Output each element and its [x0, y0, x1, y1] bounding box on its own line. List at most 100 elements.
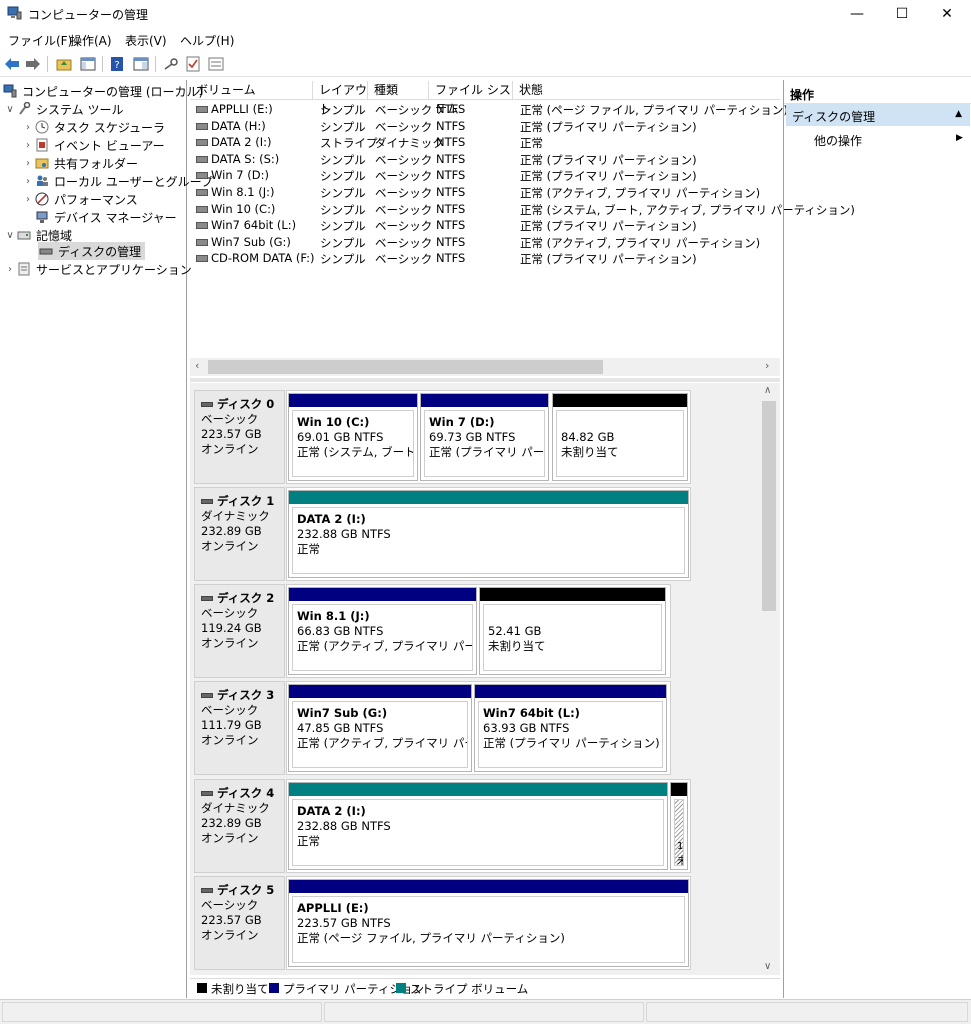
scroll-left-icon[interactable]: ‹	[195, 359, 199, 372]
vertical-scrollbar[interactable]: ∧ ∨	[761, 383, 778, 975]
disk-name-text: ディスク 5	[217, 883, 275, 897]
actions-section-disk-management[interactable]: ディスクの管理 ▲	[786, 104, 970, 126]
performance-icon	[34, 191, 50, 207]
menu-help[interactable]: ヘルプ(H)	[180, 32, 234, 49]
partition[interactable]: Win7 64bit (L:) 63.93 GB NTFS 正常 (プライマリ パー…	[474, 684, 667, 772]
col-status[interactable]: 状態	[513, 81, 780, 100]
volume-row[interactable]: DATA (H:) シンプル ベーシック NTFS 正常 (プライマリ パーティション)	[190, 118, 780, 135]
col-type[interactable]: 種類	[368, 81, 429, 100]
menu-view[interactable]: 表示(V)	[125, 32, 167, 49]
disk-label[interactable]: ディスク 1 ダイナミック 232.89 GB オンライン	[194, 487, 285, 581]
volume-row[interactable]: Win7 64bit (L:) シンプル ベーシック NTFS 正常 (プライマリ パー…	[190, 217, 780, 234]
tree-shared-folders[interactable]: › 共有フォルダー	[22, 154, 138, 172]
maximize-button[interactable]: ☐	[879, 0, 925, 27]
help-icon[interactable]: ?	[108, 55, 126, 73]
partition[interactable]: APPLLI (E:) 223.57 GB NTFS 正常 (ページ ファイル, プ…	[288, 879, 689, 967]
tree-task-scheduler[interactable]: › タスク スケジューラ	[22, 118, 165, 136]
volume-row[interactable]: APPLLI (E:) シンプル ベーシック NTFS 正常 (ページ ファイル, プラ…	[190, 101, 788, 118]
col-layout[interactable]: レイアウト	[313, 81, 368, 116]
partition[interactable]: DATA 2 (I:) 232.88 GB NTFS 正常	[288, 782, 668, 870]
partition-size: 223.57 GB NTFS	[297, 916, 391, 930]
partition-status: 正常 (プライマリ パーティション)	[483, 736, 660, 750]
disk-label[interactable]: ディスク 2 ベーシック 119.24 GB オンライン	[194, 584, 285, 678]
more-actions[interactable]: 他の操作	[814, 132, 862, 149]
legend-swatch-striped	[396, 983, 406, 993]
tree-event-viewer[interactable]: › イベント ビューアー	[22, 136, 165, 154]
volume-row[interactable]: Win 7 (D:) シンプル ベーシック NTFS 正常 (プライマリ パーティション…	[190, 167, 780, 184]
volume-fs: NTFS	[436, 251, 466, 266]
volume-status: 正常 (アクティブ, プライマリ パーティション)	[520, 186, 761, 200]
partition[interactable]: Win 7 (D:)69.73 GB NTFS正常 (プライマリ パーティシ	[420, 393, 549, 481]
tree-device-manager[interactable]: デバイス マネージャー	[34, 208, 177, 226]
scroll-up-icon[interactable]: ∧	[764, 385, 771, 396]
partition-color-bar	[553, 394, 687, 407]
pane-splitter[interactable]	[190, 378, 780, 382]
volume-status: 正常 (プライマリ パーティション)	[520, 119, 697, 134]
menu-action[interactable]: 操作(A)	[70, 32, 112, 49]
tree-services[interactable]: › サービスとアプリケーション	[4, 260, 192, 278]
menu-file[interactable]: ファイル(F)	[8, 32, 72, 49]
volume-fs: NTFS	[436, 185, 466, 199]
col-volume[interactable]: ボリューム	[190, 81, 313, 100]
chevron-right-icon[interactable]: ›	[22, 158, 34, 169]
scroll-right-icon[interactable]: ›	[765, 359, 769, 372]
scrollbar-thumb[interactable]	[208, 360, 603, 374]
status-bar	[0, 999, 971, 1024]
tree-root[interactable]: コンピューターの管理 (ローカル)	[2, 82, 203, 100]
chevron-down-icon[interactable]: ∨	[4, 230, 16, 241]
volume-row[interactable]: DATA 2 (I:) ストライプ ダイナミック NTFS 正常	[190, 134, 780, 151]
volume-row[interactable]: DATA S: (S:) シンプル ベーシック NTFS 正常 (プライマリ パーティシ…	[190, 151, 780, 168]
folder-up-icon[interactable]	[55, 55, 73, 73]
disk-label[interactable]: ディスク 4 ダイナミック 232.89 GB オンライン	[194, 779, 285, 873]
tree-local-users[interactable]: › ローカル ユーザーとグループ	[22, 172, 213, 190]
volume-fs: NTFS	[436, 102, 466, 116]
volume-row[interactable]: Win7 Sub (G:) シンプル ベーシック NTFS 正常 (アクティブ, プライ…	[190, 234, 780, 251]
volume-row[interactable]: Win 8.1 (J:) シンプル ベーシック NTFS 正常 (アクティブ, プライマ…	[190, 184, 780, 201]
unallocated-partition[interactable]: 52.41 GB 未割り当て	[479, 587, 666, 675]
checklist-icon[interactable]	[184, 55, 202, 73]
partition[interactable]: Win 8.1 (J:) 66.83 GB NTFS 正常 (アクティブ, プライマ…	[288, 587, 477, 675]
submenu-arrow-icon[interactable]: ▶	[956, 133, 963, 143]
scrollbar-thumb[interactable]	[762, 401, 776, 611]
disk-label[interactable]: ディスク 5 ベーシック 223.57 GB オンライン	[194, 876, 285, 970]
collapse-up-icon[interactable]: ▲	[955, 109, 962, 119]
disk-partitions: Win 8.1 (J:) 66.83 GB NTFS 正常 (アクティブ, プライマ…	[286, 584, 671, 678]
tree-performance[interactable]: › パフォーマンス	[22, 190, 138, 208]
back-arrow-icon[interactable]	[3, 55, 21, 73]
key-icon[interactable]	[162, 55, 180, 73]
volume-status: 正常 (プライマリ パーティション)	[520, 152, 697, 167]
disk-state: オンライン	[201, 733, 259, 747]
minimize-button[interactable]: —	[834, 0, 880, 27]
chevron-right-icon[interactable]: ›	[22, 194, 34, 205]
window-title: コンピューターの管理	[28, 8, 149, 22]
forward-arrow-icon[interactable]	[24, 55, 42, 73]
disk-name: ディスク 3	[201, 688, 284, 703]
partition[interactable]: DATA 2 (I:) 232.88 GB NTFS 正常	[288, 490, 689, 578]
partition-status: 未割り当て	[561, 445, 619, 459]
chevron-right-icon[interactable]: ›	[4, 264, 16, 275]
unallocated-partition[interactable]: 84.82 GB 未割り当て	[552, 393, 688, 481]
disk-label[interactable]: ディスク 0 ベーシック 223.57 GB オンライン	[194, 390, 285, 484]
list-view-icon[interactable]	[207, 55, 225, 73]
partition-info: Win 8.1 (J:) 66.83 GB NTFS 正常 (アクティブ, プライマ…	[292, 604, 473, 671]
volume-fs: NTFS	[436, 168, 466, 183]
volume-row[interactable]: CD-ROM DATA (F:) シンプル ベーシック NTFS 正常 (プライマリ パ…	[190, 250, 780, 267]
col-filesystem[interactable]: ファイル システム	[429, 81, 513, 116]
partition-size: 84.82 GB	[561, 430, 615, 444]
horizontal-scrollbar[interactable]: ‹ ›	[190, 358, 780, 376]
tree-system-tools[interactable]: ∨ システム ツール	[4, 100, 123, 118]
chevron-right-icon[interactable]: ›	[22, 140, 34, 151]
chevron-right-icon[interactable]: ›	[22, 176, 34, 187]
disk-label[interactable]: ディスク 3 ベーシック 111.79 GB オンライン	[194, 681, 285, 775]
chevron-right-icon[interactable]: ›	[22, 122, 34, 133]
partition[interactable]: Win 10 (C:)69.01 GB NTFS正常 (システム, ブート, ア…	[288, 393, 418, 481]
partition[interactable]: Win7 Sub (G:) 47.85 GB NTFS 正常 (アクティブ, プライ…	[288, 684, 472, 772]
unallocated-partition[interactable]: 1未	[670, 782, 688, 870]
properties-pane-icon[interactable]	[132, 55, 150, 73]
tree-disk-management[interactable]: ディスクの管理	[38, 242, 146, 260]
volume-row[interactable]: Win 10 (C:) シンプル ベーシック NTFS 正常 (システム, ブート, ア…	[190, 201, 855, 218]
close-button[interactable]: ✕	[924, 0, 970, 27]
show-hide-tree-icon[interactable]	[79, 55, 97, 73]
scroll-down-icon[interactable]: ∨	[764, 961, 771, 972]
chevron-down-icon[interactable]: ∨	[4, 104, 16, 115]
